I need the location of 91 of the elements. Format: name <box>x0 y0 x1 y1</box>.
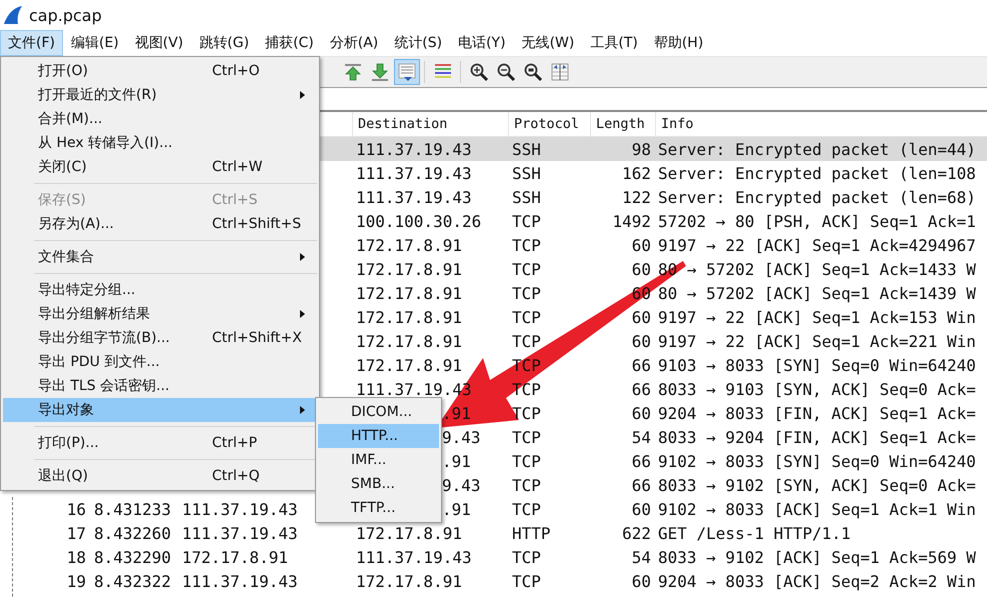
table-cell: TCP <box>512 260 541 278</box>
table-cell: 172.17.8.91 <box>356 236 462 254</box>
table-cell: 162 <box>622 164 651 182</box>
table-cell: TCP <box>512 428 541 446</box>
table-cell: 8033 → 9102 [SYN, ACK] Seq=0 Ack= <box>658 476 976 494</box>
table-cell: 17 <box>66 524 86 542</box>
table-cell: 172.17.8.91 <box>356 284 462 302</box>
table-cell: 111.37.19.43 <box>356 548 472 566</box>
table-cell: 1492 <box>612 212 651 230</box>
table-cell: 172.17.8.91 <box>356 572 462 590</box>
table-cell: TCP <box>512 548 541 566</box>
table-cell: .91 <box>442 452 471 470</box>
table-cell: 8033 → 9103 [SYN, ACK] Seq=0 Ack= <box>658 380 976 398</box>
table-cell: 60 <box>632 236 651 254</box>
table-cell: 9204 → 8033 [FIN, ACK] Seq=1 Ack= <box>658 404 976 422</box>
table-cell: 172.17.8.91 <box>356 524 462 542</box>
table-cell: TCP <box>512 332 541 350</box>
table-cell: .91 <box>442 500 471 518</box>
table-cell: 60 <box>632 404 651 422</box>
table-cell: 9102 → 8033 [ACK] Seq=1 Ack=1 Win <box>658 500 976 518</box>
table-cell: 57202 → 80 [PSH, ACK] Seq=1 Ack=1 <box>658 212 976 230</box>
table-cell: TCP <box>512 500 541 518</box>
table-cell: 8.431233 <box>94 500 172 518</box>
shortcut-label: Ctrl+S <box>212 192 258 208</box>
table-cell: 111.37.19.43 <box>182 500 298 518</box>
table-cell: 9197 → 22 [ACK] Seq=1 Ack=221 Win <box>658 332 976 350</box>
table-cell: 8033 → 9102 [ACK] Seq=1 Ack=569 W <box>658 548 976 566</box>
table-cell: 172.17.8.91 <box>356 308 462 326</box>
table-cell: 54 <box>632 428 651 446</box>
table-cell: 54 <box>632 548 651 566</box>
table-cell: 98 <box>632 140 651 158</box>
table-cell: 9197 → 22 [ACK] Seq=1 Ack=153 Win <box>658 308 976 326</box>
table-cell: Server: Encrypted packet (len=108 <box>658 164 976 182</box>
table-cell: .91 <box>442 404 471 422</box>
table-cell: 172.17.8.91 <box>356 260 462 278</box>
window-title: cap.pcap <box>29 6 102 24</box>
table-cell: 172.17.8.91 <box>356 356 462 374</box>
table-cell: SSH <box>512 140 541 158</box>
table-cell: 19 <box>66 572 86 590</box>
table-cell: 80 → 57202 [ACK] Seq=1 Ack=1439 W <box>658 284 976 302</box>
table-cell: TCP <box>512 356 541 374</box>
table-cell: 9.43 <box>442 428 481 446</box>
table-cell: 16 <box>66 500 86 518</box>
table-cell: TCP <box>512 572 541 590</box>
table-cell: 66 <box>632 356 651 374</box>
table-cell: TCP <box>512 284 541 302</box>
table-cell: 66 <box>632 452 651 470</box>
table-cell: 60 <box>632 572 651 590</box>
table-cell: TCP <box>512 476 541 494</box>
table-cell: 172.17.8.91 <box>182 548 288 566</box>
table-cell: SSH <box>512 188 541 206</box>
shortcut-label: Ctrl+O <box>212 63 260 79</box>
table-cell: 8.432260 <box>94 524 172 542</box>
table-cell: 66 <box>632 476 651 494</box>
table-cell: 9102 → 8033 [SYN] Seq=0 Win=64240 <box>658 452 976 470</box>
table-cell: 8.432322 <box>94 572 172 590</box>
table-cell: 122 <box>622 188 651 206</box>
table-cell: 100.100.30.26 <box>356 212 482 230</box>
table-cell: 18 <box>66 548 86 566</box>
table-cell: 60 <box>632 260 651 278</box>
shortcut-label: Ctrl+P <box>212 435 258 451</box>
table-cell: Server: Encrypted packet (len=68) <box>658 188 976 206</box>
table-cell: GET /Less-1 HTTP/1.1 <box>658 524 851 542</box>
table-cell: 9197 → 22 [ACK] Seq=1 Ack=4294967 <box>658 236 976 254</box>
table-cell: 9103 → 8033 [SYN] Seq=0 Win=64240 <box>658 356 976 374</box>
table-cell: HTTP <box>512 524 551 542</box>
table-cell: Server: Encrypted packet (len=44) <box>658 140 976 158</box>
table-cell: TCP <box>512 308 541 326</box>
table-cell: SSH <box>512 164 541 182</box>
table-cell: 9204 → 8033 [ACK] Seq=2 Ack=2 Win <box>658 572 976 590</box>
shortcut-label: Ctrl+Q <box>212 468 260 484</box>
table-cell: TCP <box>512 452 541 470</box>
shortcut-label: Ctrl+W <box>212 159 262 175</box>
table-cell: 9.43 <box>442 476 481 494</box>
table-cell: 66 <box>632 380 651 398</box>
shortcut-label: Ctrl+Shift+X <box>212 330 302 346</box>
table-cell: 111.37.19.43 <box>182 524 298 542</box>
table-cell: TCP <box>512 236 541 254</box>
table-cell: 111.37.19.43 <box>356 140 472 158</box>
shortcut-label: Ctrl+Shift+S <box>212 216 302 232</box>
table-cell: 60 <box>632 500 651 518</box>
table-cell: 60 <box>632 308 651 326</box>
table-cell: 8.432290 <box>94 548 172 566</box>
table-cell: 111.37.19.43 <box>356 164 472 182</box>
table-cell: 622 <box>622 524 651 542</box>
table-cell: 172.17.8.91 <box>356 332 462 350</box>
table-cell: 8033 → 9204 [FIN, ACK] Seq=1 Ack= <box>658 428 976 446</box>
table-cell: 111.37.19.43 <box>356 188 472 206</box>
table-cell: 111.37.19.43 <box>182 572 298 590</box>
table-cell: TCP <box>512 212 541 230</box>
table-cell: 60 <box>632 332 651 350</box>
